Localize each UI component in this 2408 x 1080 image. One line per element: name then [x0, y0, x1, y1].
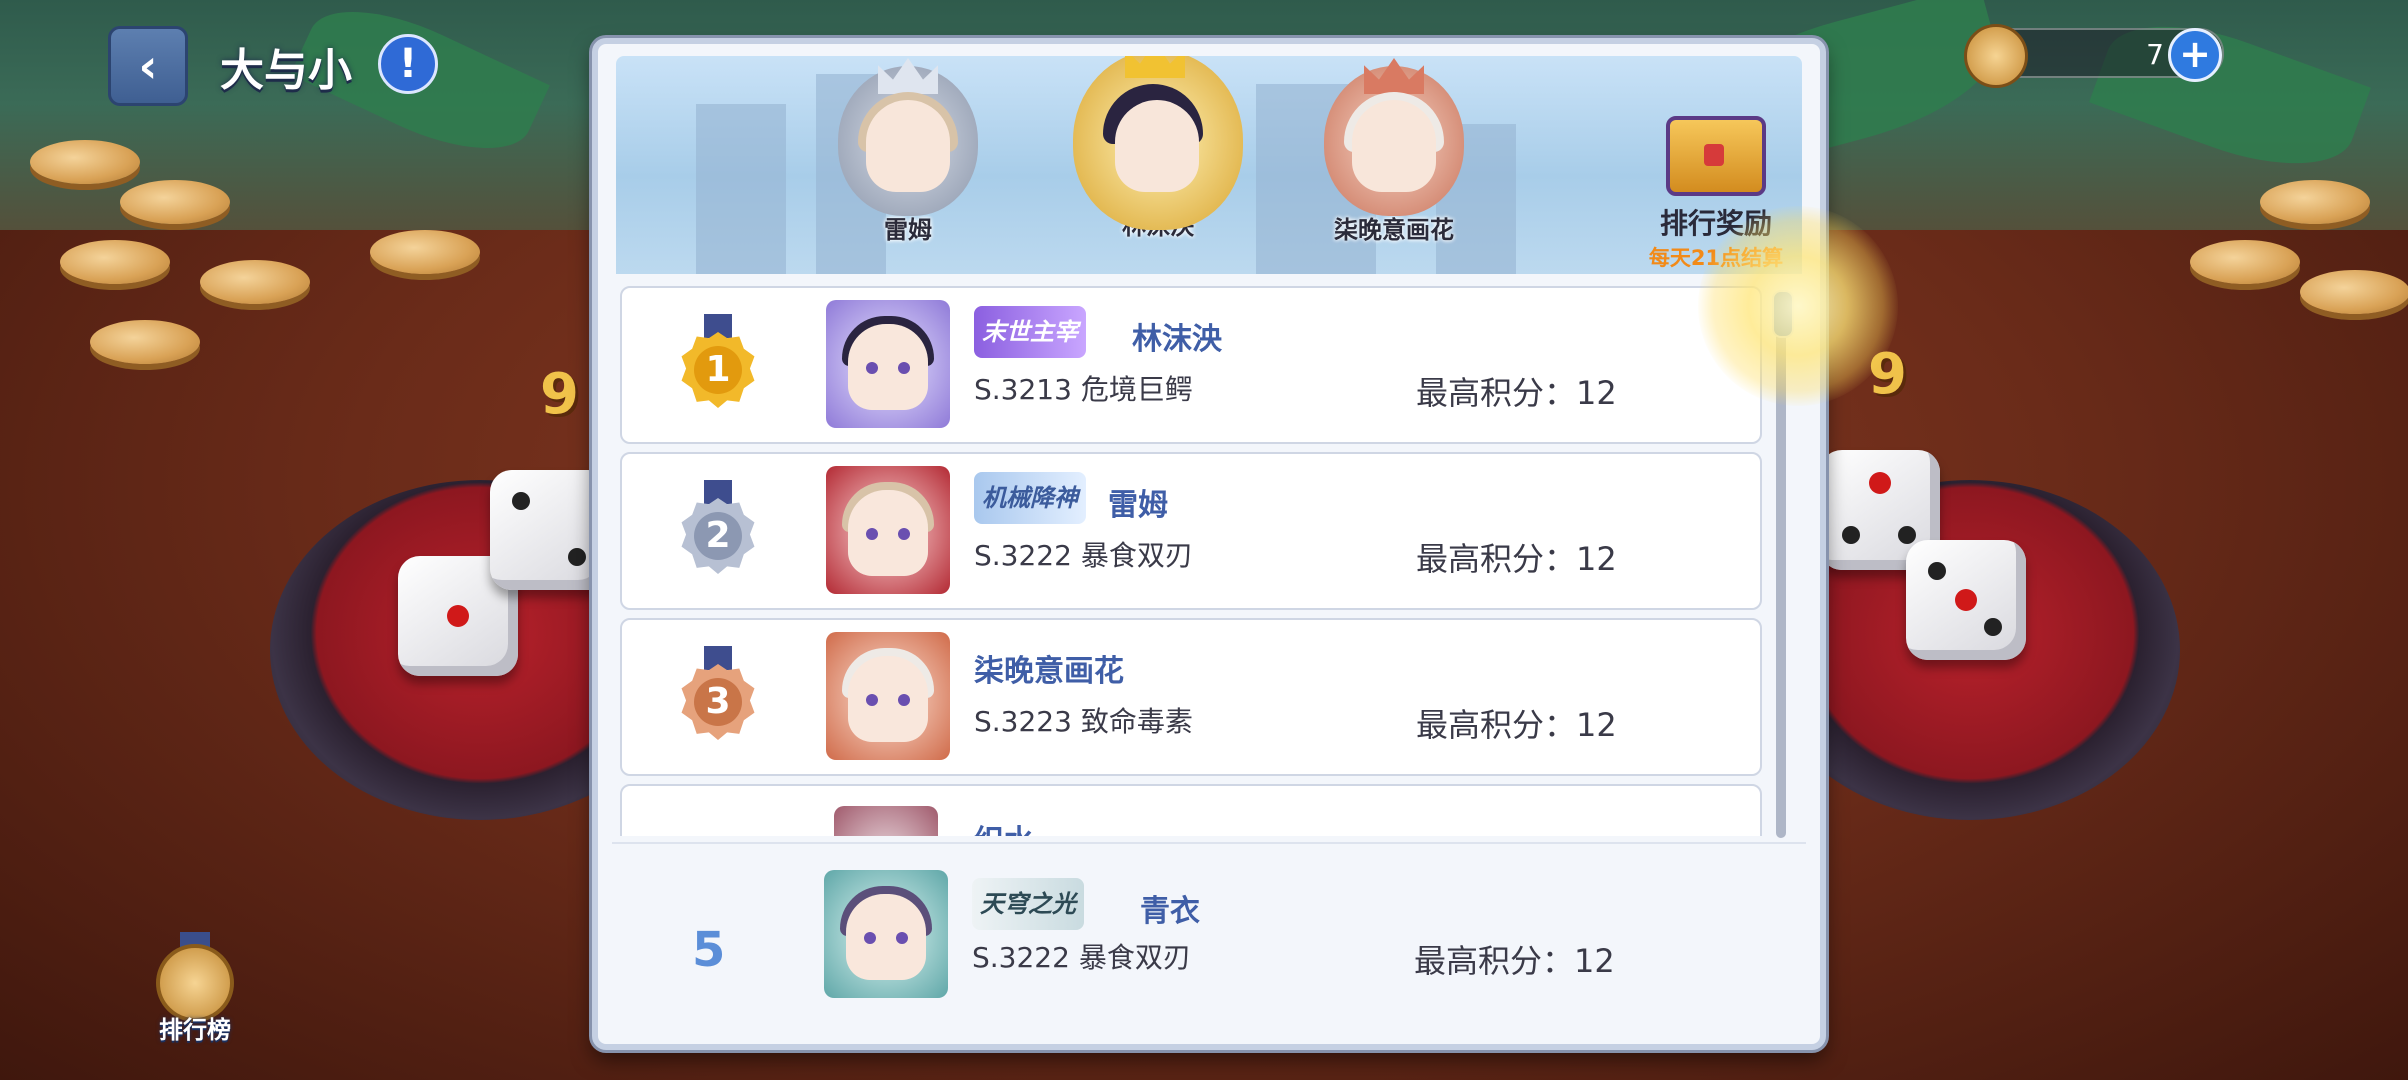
exclamation-icon: !	[398, 41, 418, 87]
crown-icon	[878, 58, 938, 94]
gold-medal-icon: 1	[674, 314, 762, 414]
server-info: S.3222 暴食双刃	[972, 941, 1191, 974]
crown-icon	[1364, 58, 1424, 94]
best-score: 最高积分：12	[1416, 706, 1617, 744]
ranking-list[interactable]: 1 末世主宰 林沫泱 S.3213 危境巨鳄 最高积分：12 2 机械降神 雷姆…	[620, 286, 1772, 836]
title-badge: 末世主宰	[974, 306, 1086, 358]
server-info: S.3213 危境巨鳄	[974, 373, 1193, 406]
page-title: 大与小	[220, 45, 352, 96]
die	[1906, 540, 2026, 660]
currency-bar: 7 +	[1964, 24, 2224, 88]
avatar	[1073, 56, 1243, 230]
back-button[interactable]: ‹	[108, 26, 188, 106]
avatar[interactable]	[834, 806, 938, 836]
best-score: 最高积分：12	[1416, 540, 1617, 578]
leaderboard-panel: 雷姆 林沫泱 柒晚意画花 排行奖励 每天21点结算	[592, 38, 1898, 1050]
face	[866, 100, 950, 192]
player-name: 雷姆	[1108, 488, 1168, 523]
face	[1115, 100, 1199, 192]
best-score: 最高积分：12	[1414, 942, 1615, 980]
silver-medal-icon: 2	[674, 480, 762, 580]
avatar[interactable]	[826, 300, 950, 428]
rank-number: 3	[694, 678, 742, 726]
player-name: 织水	[974, 816, 1034, 836]
coin-pile-icon	[60, 240, 170, 284]
coin-pile-icon	[2260, 180, 2370, 224]
bronze-medal-icon: 3	[674, 646, 762, 746]
server-info: S.3222 暴食双刃	[974, 539, 1193, 572]
leaderboard-label: 排行榜	[159, 1016, 231, 1044]
crown-icon	[1125, 56, 1185, 78]
podium-third[interactable]: 柒晚意画花	[1314, 58, 1474, 245]
rank-number: 1	[694, 346, 742, 394]
coin-pile-icon	[30, 140, 140, 184]
rank-number: 2	[694, 512, 742, 560]
chevron-left-icon: ‹	[138, 39, 158, 93]
coin-pile-icon	[2190, 240, 2300, 284]
avatar[interactable]	[824, 870, 948, 998]
list-scrollbar[interactable]	[1772, 290, 1794, 838]
add-currency-button[interactable]: +	[2168, 28, 2222, 82]
podium-second[interactable]: 雷姆	[828, 58, 988, 245]
scrollbar-thumb[interactable]	[1772, 290, 1794, 338]
player-name: 青衣	[1140, 894, 1200, 929]
player-name: 林沫泱	[1132, 322, 1222, 357]
coin-pile-icon	[90, 320, 200, 364]
podium-first[interactable]: 林沫泱	[1068, 56, 1248, 241]
score-right: 9	[1868, 342, 1907, 407]
info-button[interactable]: !	[378, 34, 438, 94]
table-row[interactable]: 1 末世主宰 林沫泱 S.3213 危境巨鳄 最高积分：12	[620, 286, 1762, 444]
title-badge: 机械降神	[974, 472, 1086, 524]
my-rank-number: 5	[692, 922, 726, 978]
podium-banner: 雷姆 林沫泱 柒晚意画花 排行奖励 每天21点结算	[616, 56, 1802, 274]
table-row[interactable]: 2 机械降神 雷姆 S.3222 暴食双刃 最高积分：12	[620, 452, 1762, 610]
coin-pile-icon	[370, 230, 480, 274]
coin-icon	[1964, 24, 2028, 88]
reward-note: 每天21点结算	[1648, 246, 1784, 270]
avatar[interactable]	[826, 466, 950, 594]
coin-pile-icon	[120, 180, 230, 224]
reward-title: 排行奖励	[1659, 207, 1772, 240]
best-score: 最高积分：12	[1416, 374, 1617, 412]
ranking-reward-button[interactable]: 排行奖励 每天21点结算	[1636, 116, 1796, 272]
currency-value: 7	[2146, 38, 2164, 71]
avatar[interactable]	[826, 632, 950, 760]
title-badge: 天穹之光	[972, 878, 1084, 930]
face	[1352, 100, 1436, 192]
server-info: S.3223 致命毒素	[974, 705, 1193, 738]
score-left: 9	[540, 362, 579, 427]
treasure-chest-icon	[1666, 116, 1766, 196]
plus-icon: +	[2179, 32, 2211, 76]
coin-pile-icon	[2300, 270, 2408, 314]
building-decoration	[696, 104, 786, 274]
avatar	[1324, 58, 1464, 216]
table-row[interactable]: 3 柒晚意画花 S.3223 致命毒素 最高积分：12	[620, 618, 1762, 776]
player-name: 柒晚意画花	[974, 654, 1124, 689]
leaderboard-button[interactable]: 排行榜	[150, 932, 240, 1044]
coin-pile-icon	[200, 260, 310, 304]
table-row[interactable]: 织水	[620, 784, 1762, 836]
my-rank-row: 5 天穹之光 青衣 S.3222 暴食双刃 最高积分：12	[612, 842, 1806, 1038]
avatar	[838, 58, 978, 216]
